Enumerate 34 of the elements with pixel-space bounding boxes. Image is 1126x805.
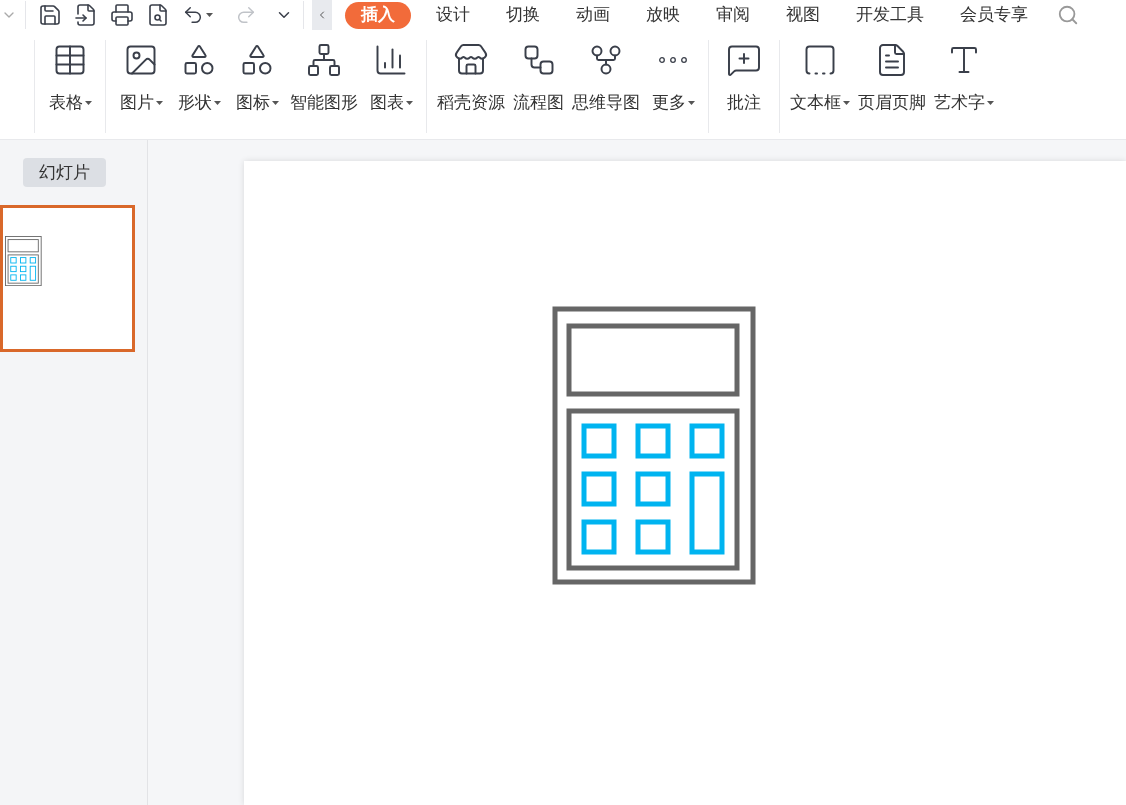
ribbon-button[interactable]: 思维导图 <box>568 40 644 133</box>
ribbon-button[interactable]: 智能图形 <box>286 40 362 133</box>
ribbon-button[interactable]: 流程图 <box>509 40 568 133</box>
calculator-drawing <box>5 236 42 287</box>
ribbon-button[interactable]: 稻壳资源 <box>433 40 509 133</box>
ribbon-button[interactable]: 更多 <box>644 40 702 133</box>
ribbon-tab[interactable]: 动画 <box>573 1 613 29</box>
ribbon-button[interactable]: 图表 <box>362 40 420 133</box>
slide-thumbnail[interactable] <box>0 205 135 352</box>
ribbon-button[interactable]: 文本框 <box>786 40 854 133</box>
save-icon[interactable] <box>38 3 62 27</box>
more-icon <box>659 57 687 63</box>
ribbon-button[interactable]: 页眉页脚 <box>854 40 930 133</box>
diagram-icon <box>306 42 342 78</box>
ribbon-tab[interactable]: 会员专享 <box>957 1 1031 29</box>
ribbon-tab[interactable]: 审阅 <box>713 1 753 29</box>
ribbon-tab[interactable]: 放映 <box>643 1 683 29</box>
ribbon-button[interactable]: 图片 <box>112 40 170 133</box>
ribbon-button[interactable]: 艺术字 <box>930 40 998 133</box>
ribbon-button[interactable]: 形状 <box>170 40 228 133</box>
ribbon-tab[interactable]: 切换 <box>503 1 543 29</box>
ribbon-button[interactable]: 图标 <box>228 40 286 133</box>
search-icon[interactable] <box>1057 4 1079 26</box>
undo-icon[interactable] <box>182 4 204 26</box>
print-icon[interactable] <box>110 3 134 27</box>
export-icon[interactable] <box>74 3 98 27</box>
ribbon-button[interactable]: 批注 <box>715 40 773 133</box>
panel-tab[interactable]: 幻灯片 <box>23 158 106 187</box>
caret-icon <box>206 13 213 17</box>
ribbon-button[interactable]: 表格 <box>41 40 99 133</box>
print-preview-icon[interactable] <box>146 3 170 27</box>
ribbon-tab[interactable]: 视图 <box>783 1 823 29</box>
ribbon-tab[interactable]: 开发工具 <box>853 1 927 29</box>
ribbon-tab[interactable]: 设计 <box>433 1 473 29</box>
